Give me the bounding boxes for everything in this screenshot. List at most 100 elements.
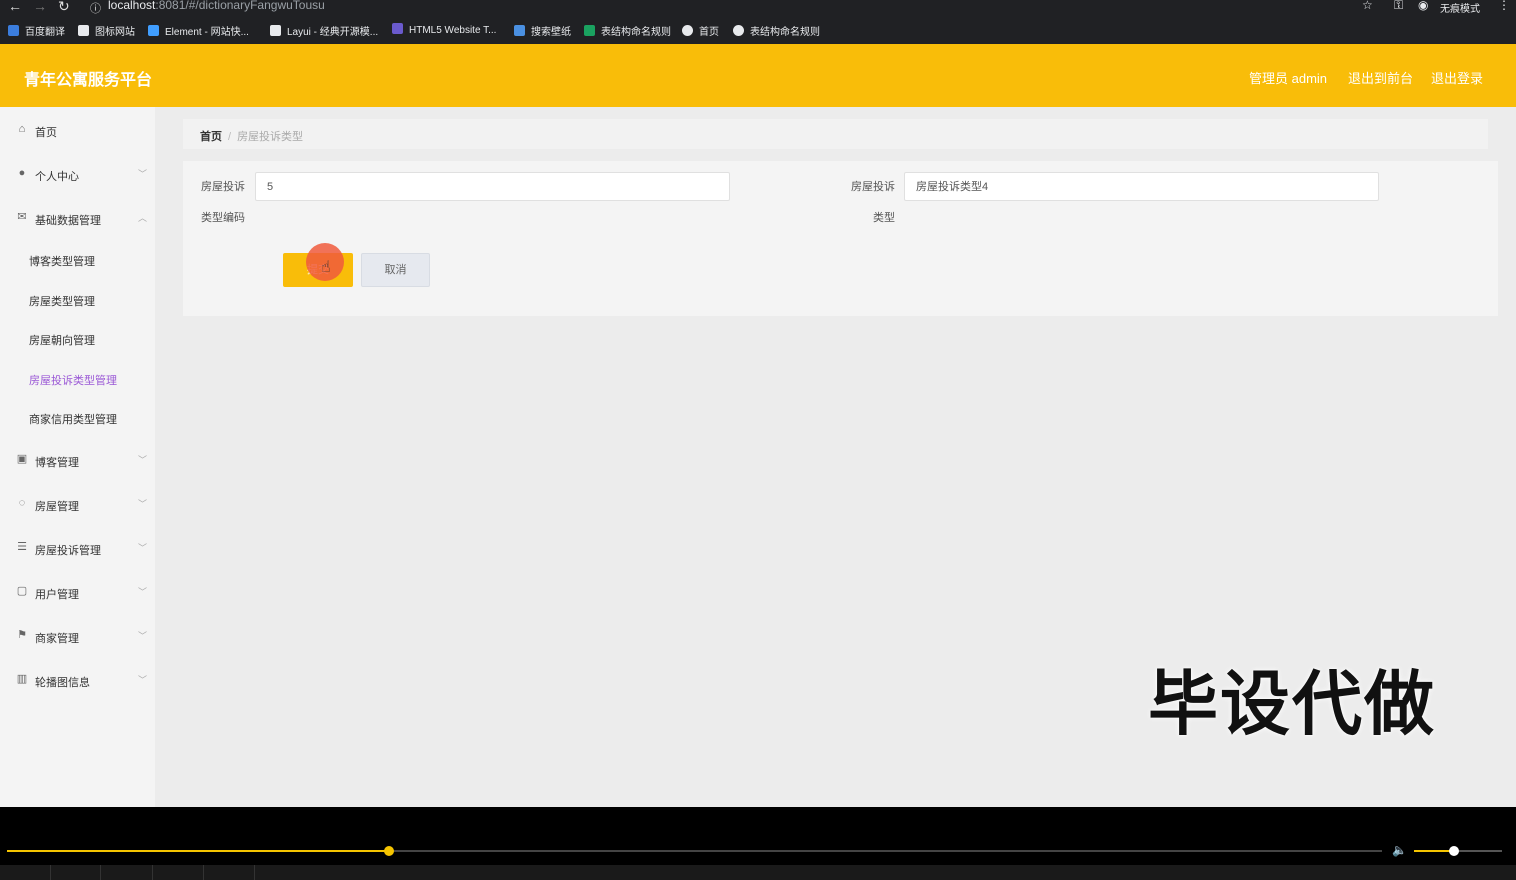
- hand-cursor-icon: ☝: [321, 259, 331, 276]
- mail-icon: ✉: [17, 211, 27, 223]
- flag-icon: [78, 25, 89, 36]
- breadcrumb-separator: /: [228, 131, 232, 143]
- crop-icon: ▢: [16, 585, 28, 597]
- progress-handle[interactable]: [384, 846, 395, 856]
- info-icon[interactable]: ⓘ: [90, 0, 101, 16]
- sidebar-item-carousel[interactable]: ▥ 轮播图信息 ﹀: [0, 665, 155, 695]
- sidebar-item-profile[interactable]: ● 个人中心 ﹀: [0, 159, 155, 189]
- globe-icon: [682, 25, 693, 36]
- sidebar-item-label: 轮播图信息: [35, 677, 90, 689]
- bookmark-item[interactable]: Layui - 经典开源模...: [270, 23, 378, 38]
- chevron-down-icon: ﹀: [138, 499, 148, 509]
- chevron-up-icon: ︿: [138, 213, 148, 223]
- sidebar-item-complaint[interactable]: ☰ 房屋投诉管理 ﹀: [0, 533, 155, 563]
- sliders-icon: ☰: [17, 541, 27, 553]
- sidebar-item-label: 房屋管理: [35, 501, 79, 513]
- sidebar-subitem-label: 商家信用类型管理: [29, 414, 117, 426]
- chevron-down-icon: ﹀: [138, 587, 148, 597]
- sidebar-item-label: 博客管理: [35, 457, 79, 469]
- watermark: 毕设代做: [1148, 665, 1436, 743]
- sidebar-subitem-house-orientation[interactable]: 房屋朝向管理: [0, 324, 155, 352]
- sidebar-subitem-house-type[interactable]: 房屋类型管理: [0, 285, 155, 313]
- sidebar-item-merchants[interactable]: ⚑ 商家管理 ﹀: [0, 621, 155, 651]
- incognito-label: 无痕模式: [1440, 4, 1480, 15]
- bookmark-item[interactable]: 表结构命名规则: [584, 23, 671, 38]
- sidebar-item-label: 首页: [35, 127, 57, 139]
- front-link[interactable]: 退出到前台: [1348, 68, 1413, 87]
- menu-dots-icon[interactable]: ⋮: [1498, 0, 1510, 12]
- sidebar-item-house[interactable]: ◌ 房屋管理 ﹀: [0, 489, 155, 519]
- divider: [203, 865, 204, 880]
- bookmark-item[interactable]: 图标网站: [78, 23, 135, 38]
- sidebar-item-base-data[interactable]: ✉ 基础数据管理 ︿: [0, 203, 155, 233]
- bookmark-label: Layui - 经典开源模...: [287, 27, 379, 38]
- bookmark-label: 表结构命名规则: [601, 27, 671, 38]
- back-icon[interactable]: ←: [8, 0, 22, 14]
- wallpaper-icon: [514, 25, 525, 36]
- player-control-strip: [0, 865, 1516, 880]
- element-icon: [148, 25, 159, 36]
- video-player-bar: 🔈: [0, 807, 1516, 880]
- address-bar[interactable]: localhost:8081/#/dictionaryFangwuTousu: [108, 0, 325, 12]
- globe-icon: [733, 25, 744, 36]
- progress-fill: [7, 850, 390, 852]
- sidebar-item-home[interactable]: ⌂ 首页: [0, 115, 155, 145]
- star-icon[interactable]: ☆: [1362, 0, 1373, 12]
- sidebar-item-blog[interactable]: ▣ 博客管理 ﹀: [0, 445, 155, 475]
- clipboard-icon: ▣: [16, 453, 28, 465]
- bookmark-label: 首页: [699, 27, 719, 38]
- breadcrumb-home[interactable]: 首页: [200, 131, 222, 143]
- cancel-button[interactable]: 取消: [361, 253, 430, 287]
- key-icon[interactable]: ⚿: [1394, 0, 1403, 13]
- volume-icon[interactable]: 🔈: [1392, 843, 1407, 857]
- breadcrumb: 首页 / 房屋投诉类型: [200, 128, 303, 144]
- bookmark-label: 图标网站: [95, 27, 135, 38]
- bookmark-label: 百度翻译: [25, 27, 65, 38]
- chevron-down-icon: ﹀: [138, 455, 148, 465]
- app-title: 青年公寓服务平台: [24, 72, 153, 89]
- volume-slider[interactable]: [1414, 846, 1502, 856]
- code-label-line2: 类型编码: [201, 212, 245, 224]
- user-icon: ●: [18, 167, 26, 179]
- sidebar-subitem-blog-type[interactable]: 博客类型管理: [0, 245, 155, 273]
- chevron-down-icon: ﹀: [138, 631, 148, 641]
- volume-fill: [1414, 850, 1454, 852]
- progress-track[interactable]: [7, 846, 1382, 856]
- sidebar-item-label: 个人中心: [35, 171, 79, 183]
- sidebar-item-label: 商家管理: [35, 633, 79, 645]
- bookmark-item[interactable]: 搜索壁纸: [514, 23, 571, 38]
- home-icon: ⌂: [18, 123, 26, 135]
- chevron-down-icon: ﹀: [138, 169, 148, 179]
- chevron-down-icon: ﹀: [138, 543, 148, 553]
- bookmark-item[interactable]: 首页: [682, 23, 719, 38]
- address-row: ← → ↻ ⓘ localhost:8081/#/dictionaryFangw…: [0, 0, 1516, 16]
- name-label-line2: 类型: [873, 212, 895, 224]
- complaint-type-name-input[interactable]: 房屋投诉类型4: [904, 172, 1379, 201]
- chevron-down-icon: ﹀: [138, 675, 148, 685]
- html5-icon: [392, 23, 403, 34]
- compass-icon: ◌: [18, 497, 26, 509]
- sidebar-item-users[interactable]: ▢ 用户管理 ﹀: [0, 577, 155, 607]
- reload-icon[interactable]: ↻: [58, 0, 70, 15]
- complaint-type-code-input[interactable]: 5: [255, 172, 730, 201]
- sidebar-subitem-complaint-type[interactable]: 房屋投诉类型管理: [0, 364, 155, 392]
- sidebar-subitem-label: 博客类型管理: [29, 256, 95, 268]
- bookmark-item[interactable]: 表结构命名规则: [733, 23, 820, 38]
- sidebar: ⌂ 首页 ● 个人中心 ﹀ ✉ 基础数据管理 ︿ 博客类型管理 房屋类型管理 房…: [0, 107, 155, 807]
- bookmark-item[interactable]: HTML5 Website T...: [392, 23, 496, 36]
- url-path: :8081/#/dictionaryFangwuTousu: [155, 0, 325, 12]
- bookmark-item[interactable]: 百度翻译: [8, 23, 65, 38]
- sidebar-subitem-label: 房屋投诉类型管理: [29, 375, 117, 387]
- code-field-label: 房屋投诉 类型编码: [193, 172, 245, 226]
- divider: [100, 865, 101, 880]
- sidebar-item-label: 房屋投诉管理: [35, 545, 101, 557]
- bookmark-item[interactable]: Element - 网站快...: [148, 23, 249, 38]
- forward-icon[interactable]: →: [33, 0, 47, 14]
- logout-link[interactable]: 退出登录: [1431, 68, 1483, 87]
- volume-handle[interactable]: [1448, 846, 1459, 856]
- bookmark-label: HTML5 Website T...: [409, 25, 497, 36]
- divider: [50, 865, 51, 880]
- breadcrumb-bar: 首页 / 房屋投诉类型: [183, 119, 1488, 149]
- sidebar-subitem-merchant-credit[interactable]: 商家信用类型管理: [0, 403, 155, 431]
- url-host: localhost: [108, 0, 156, 12]
